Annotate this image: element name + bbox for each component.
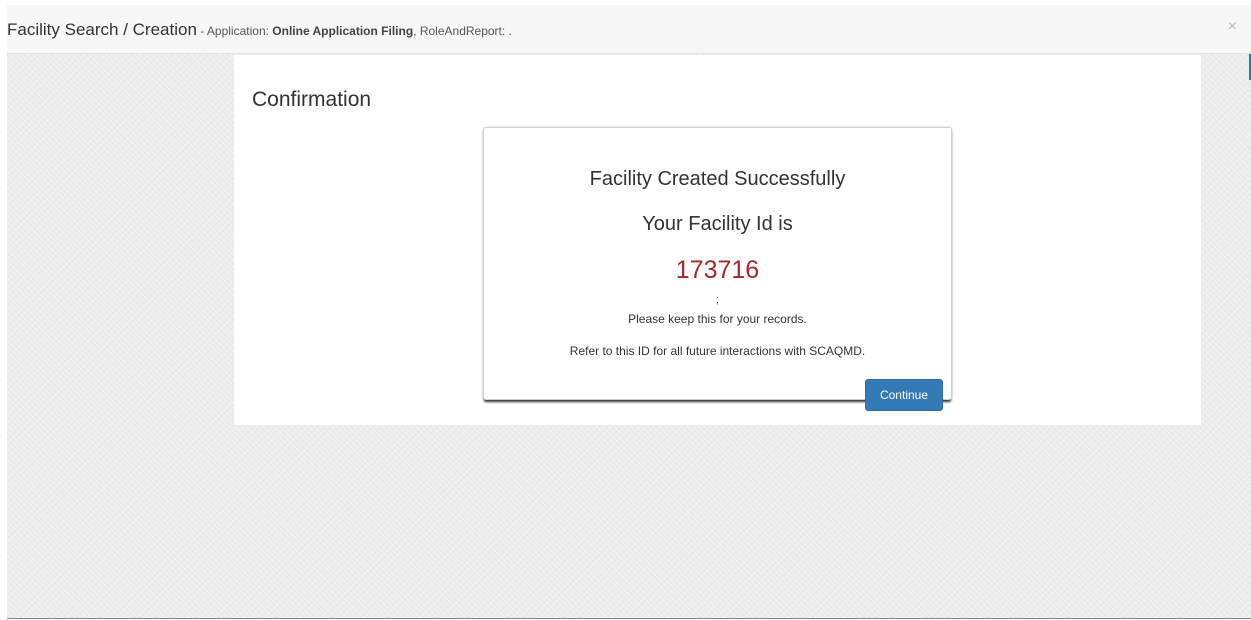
- modal-title-main: Facility Search / Creation: [7, 20, 197, 39]
- meta-prefix: - Application:: [196, 24, 273, 38]
- page-title: Confirmation: [252, 88, 372, 111]
- modal-title-meta: - Application: Online Application Filing…: [197, 24, 512, 38]
- facility-id-value: 173716: [675, 256, 760, 284]
- confirmation-card: Facility Created Successfully Your Facil…: [483, 127, 952, 411]
- facility-id-label: Your Facility Id is: [642, 213, 793, 235]
- meta-suffix: , RoleAndReport: .: [413, 24, 512, 38]
- content-panel: Confirmation Facility Created Successful…: [234, 55, 1201, 425]
- refer-note: Refer to this ID for all future interact…: [569, 344, 866, 358]
- records-note: Please keep this for your records.: [628, 312, 807, 326]
- success-heading: Facility Created Successfully: [589, 168, 846, 190]
- modal-title: Facility Search / Creation - Application…: [7, 5, 512, 54]
- continue-button[interactable]: Continue: [865, 379, 943, 411]
- modal-window: Facility Search / Creation - Application…: [7, 5, 1251, 619]
- close-icon[interactable]: ×: [1228, 19, 1237, 35]
- separator-text: ;: [715, 294, 720, 306]
- modal-header: Facility Search / Creation - Application…: [7, 5, 1251, 54]
- application-name: Online Application Filing: [272, 24, 414, 38]
